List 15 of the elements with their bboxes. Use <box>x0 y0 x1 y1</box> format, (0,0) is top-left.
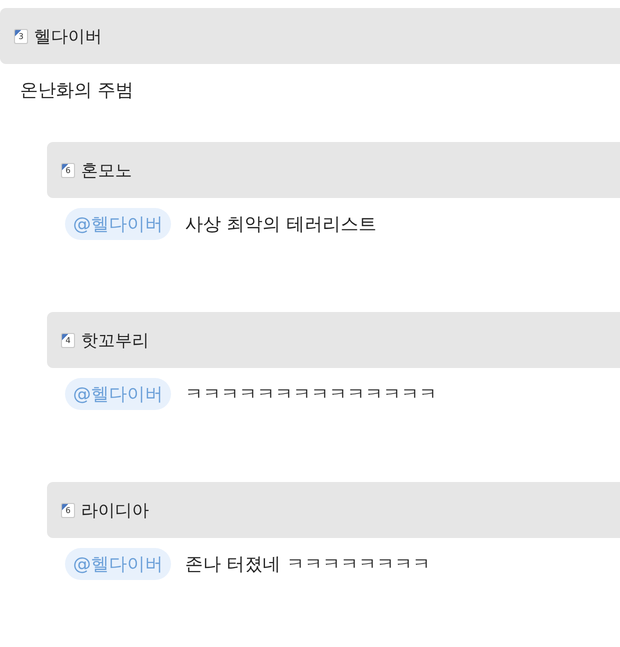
mention-tag[interactable]: @헬다이버 <box>65 208 171 240</box>
mention-tag[interactable]: @헬다이버 <box>65 548 171 580</box>
mention-tag[interactable]: @헬다이버 <box>65 378 171 410</box>
author-name: 라이디아 <box>81 500 149 522</box>
reply-text: 존나 터졌네 ㅋㅋㅋㅋㅋㅋㅋㅋ <box>185 553 430 576</box>
comment-text: 온난화의 주범 <box>19 79 135 103</box>
level-badge: 6 <box>61 162 75 178</box>
level-badge: 4 <box>61 332 75 348</box>
author-name: 핫꼬부리 <box>81 330 149 352</box>
author-name: 혼모노 <box>81 160 132 182</box>
author-name: 헬다이버 <box>34 26 102 48</box>
reply-text: 사상 최악의 테러리스트 <box>185 213 376 236</box>
level-badge: 6 <box>61 502 75 518</box>
reply-text: ㅋㅋㅋㅋㅋㅋㅋㅋㅋㅋㅋㅋㅋㅋ <box>185 383 437 406</box>
level-badge: 3 <box>14 28 28 44</box>
